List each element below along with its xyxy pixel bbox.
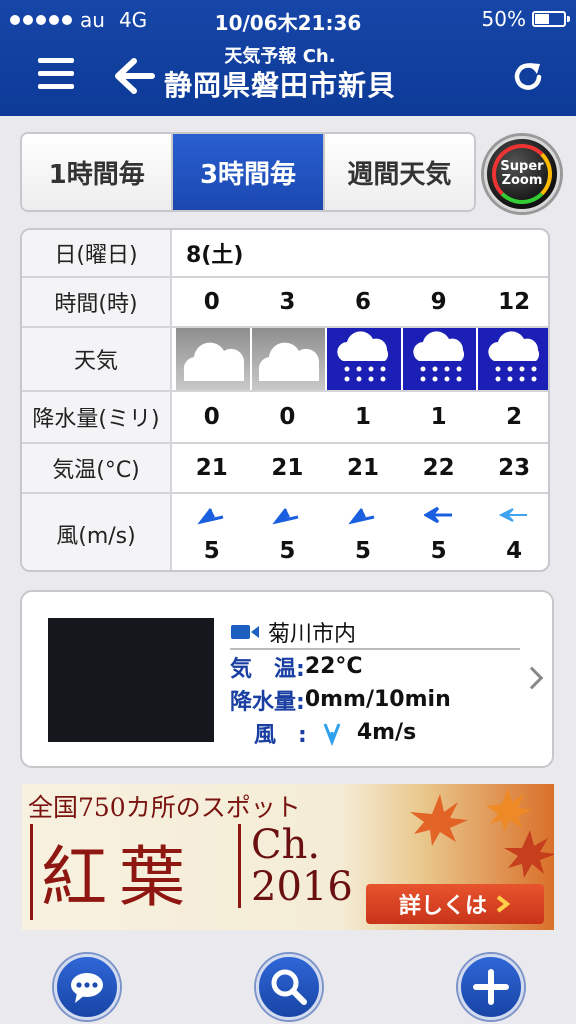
row-label: 降水量(ミリ) bbox=[22, 392, 172, 442]
row-temp: 気温(°C) 21 21 21 22 23 bbox=[22, 444, 548, 494]
banner-title: 紅葉 bbox=[30, 824, 197, 920]
rain-weather-cell bbox=[325, 328, 401, 390]
precip-cell: 0 bbox=[279, 404, 296, 430]
row-weather: 天気 bbox=[22, 328, 548, 392]
wind-direction-icon bbox=[499, 507, 528, 522]
hour-cell: 12 bbox=[498, 289, 531, 315]
temp-cell: 23 bbox=[498, 455, 531, 481]
super-zoom-button[interactable]: Super Zoom bbox=[484, 136, 560, 212]
wind-speed: 5 bbox=[430, 537, 447, 564]
battery-icon bbox=[532, 11, 570, 27]
row-label: 日(曜日) bbox=[22, 230, 172, 276]
temp-cell: 21 bbox=[271, 455, 304, 481]
plus-icon bbox=[473, 969, 509, 1005]
tab-hourly[interactable]: 1時間毎 bbox=[22, 134, 174, 210]
wind-cell: 5 bbox=[325, 494, 401, 570]
tab-weekly[interactable]: 週間天気 bbox=[324, 134, 474, 210]
refresh-icon[interactable] bbox=[510, 58, 546, 94]
wind-speed: 4 bbox=[506, 537, 523, 564]
channel-subtitle: 天気予報 Ch. bbox=[224, 46, 336, 67]
temp-cell: 22 bbox=[422, 455, 455, 481]
row-label: 風(m/s) bbox=[22, 494, 172, 570]
hour-cell: 0 bbox=[203, 289, 220, 315]
chat-button[interactable] bbox=[54, 954, 120, 1020]
wind-direction-icon bbox=[348, 507, 375, 524]
cloudy-weather-cell bbox=[174, 328, 250, 390]
temp-cell: 21 bbox=[346, 455, 379, 481]
autumn-leaves-banner[interactable]: 全国750カ所のスポット 紅葉 Ch. 2016 詳しくは bbox=[22, 784, 554, 930]
row-hour: 時間(時) 0 3 6 9 12 bbox=[22, 278, 548, 328]
precip-cell: 1 bbox=[354, 404, 371, 430]
rain-icon bbox=[488, 331, 540, 382]
row-day: 日(曜日) 8(土) bbox=[22, 230, 548, 278]
maple-leaf-icon bbox=[410, 788, 554, 878]
camera-image bbox=[48, 618, 214, 742]
wind-cell: 4 bbox=[476, 494, 548, 570]
precip-cell: 2 bbox=[506, 404, 523, 430]
menu-icon[interactable] bbox=[38, 58, 74, 94]
wind-cell: 5 bbox=[401, 494, 477, 570]
temp-cell: 21 bbox=[195, 455, 228, 481]
row-label: 気温(°C) bbox=[22, 444, 172, 492]
wind-direction-icon bbox=[272, 507, 299, 524]
hour-cell: 3 bbox=[279, 289, 296, 315]
video-camera-icon bbox=[231, 625, 259, 639]
wind-direction-icon bbox=[197, 507, 224, 524]
battery-percent: 50% bbox=[481, 7, 526, 31]
camera-location: 菊川市内 bbox=[268, 622, 357, 647]
row-label: 時間(時) bbox=[22, 278, 172, 326]
banner-year: 2016 bbox=[251, 864, 353, 910]
status-bar: au 4G 10/06木21:36 50% bbox=[0, 0, 576, 40]
row-label: 天気 bbox=[22, 328, 172, 390]
temp-key: 気 温: bbox=[230, 656, 305, 682]
precip-cell: 1 bbox=[430, 404, 447, 430]
day-value: 8(土) bbox=[186, 243, 244, 268]
search-button[interactable] bbox=[256, 954, 322, 1020]
row-precip: 降水量(ミリ) 0 0 1 1 2 bbox=[22, 392, 548, 444]
hour-cell: 9 bbox=[430, 289, 447, 315]
banner-headline: 全国750カ所のスポット bbox=[28, 793, 301, 822]
tab-3-hourly[interactable]: 3時間毎 bbox=[173, 134, 325, 210]
super-zoom-ring bbox=[492, 144, 552, 204]
row-wind: 風(m/s) 5 5 5 5 4 bbox=[22, 494, 548, 570]
details-label: 詳しくは bbox=[398, 894, 487, 919]
cloud-icon bbox=[259, 342, 320, 381]
search-icon bbox=[271, 969, 307, 1005]
add-button[interactable] bbox=[458, 954, 524, 1020]
rain-icon bbox=[412, 331, 464, 382]
precip-cell: 0 bbox=[203, 404, 220, 430]
wind-cell: 5 bbox=[250, 494, 326, 570]
chat-icon bbox=[71, 973, 103, 1003]
forecast-table: 日(曜日) 8(土) 時間(時) 0 3 6 9 12 天気 降水量(ミリ) 0… bbox=[20, 228, 550, 572]
rain-weather-cell bbox=[400, 328, 477, 390]
temp-value: 22°C bbox=[304, 654, 363, 679]
rain-icon bbox=[337, 331, 389, 382]
wind-cell: 5 bbox=[174, 494, 250, 570]
forecast-tabs: 1時間毎 3時間毎 週間天気 bbox=[20, 132, 476, 212]
banner-channel: Ch. 2016 bbox=[238, 824, 353, 908]
wind-speed: 5 bbox=[279, 537, 296, 564]
precip-value: 0mm/10min bbox=[304, 687, 451, 712]
chevron-right-icon bbox=[520, 666, 544, 690]
wind-direction-icon bbox=[423, 506, 452, 523]
wind-speed: 5 bbox=[354, 537, 371, 564]
page-title: 静岡県磐田市新貝 bbox=[163, 69, 396, 102]
cloudy-weather-cell bbox=[249, 328, 326, 390]
rain-weather-cell bbox=[476, 328, 548, 390]
wind-speed: 5 bbox=[203, 537, 220, 564]
banner-ch: Ch. bbox=[251, 822, 321, 868]
hour-cell: 6 bbox=[354, 289, 371, 315]
precip-key: 降水量: bbox=[230, 689, 305, 715]
details-button[interactable]: 詳しくは bbox=[366, 884, 544, 924]
live-camera-card[interactable]: 菊川市内 気 温: 22°C 降水量: 0mm/10min 風 : 4m/s bbox=[20, 590, 554, 768]
app-header: au 4G 10/06木21:36 50% 天気予報 Ch. 静岡県磐田市新貝 bbox=[0, 0, 576, 116]
cloud-icon bbox=[183, 342, 244, 381]
wind-value: 4m/s bbox=[356, 720, 417, 745]
chevron-right-icon bbox=[496, 895, 511, 913]
wind-direction-icon bbox=[323, 722, 341, 746]
wind-key: 風 : bbox=[254, 722, 307, 748]
